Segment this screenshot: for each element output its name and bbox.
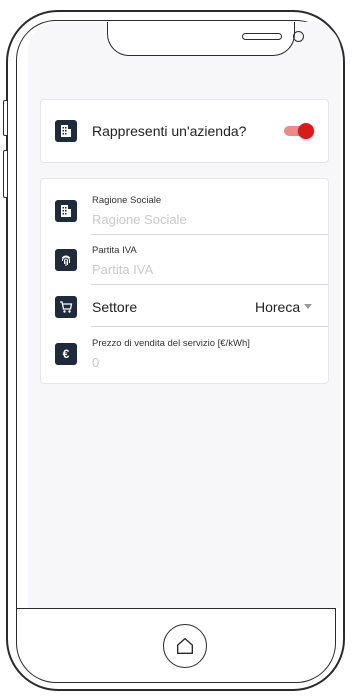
settore-label: Settore bbox=[92, 299, 138, 315]
euro-icon: € bbox=[55, 343, 77, 365]
building-icon bbox=[55, 120, 77, 142]
notch bbox=[107, 22, 304, 56]
divider bbox=[91, 284, 328, 285]
chevron-down-icon[interactable] bbox=[304, 304, 312, 309]
divider bbox=[91, 234, 328, 235]
home-button[interactable] bbox=[163, 624, 207, 668]
fingerprint-icon bbox=[55, 249, 77, 271]
cart-icon bbox=[55, 296, 77, 318]
partita-iva-label: Partita IVA bbox=[92, 245, 137, 256]
ragione-sociale-input[interactable]: Ragione Sociale bbox=[92, 212, 187, 227]
company-question-label: Rappresenti un'azienda? bbox=[92, 123, 247, 139]
prezzo-input[interactable]: 0 bbox=[92, 355, 99, 370]
ragione-sociale-label: Ragione Sociale bbox=[92, 195, 162, 206]
company-toggle[interactable] bbox=[282, 122, 314, 140]
prezzo-label: Prezzo di vendita del servizio [€/kWh] bbox=[92, 338, 250, 349]
speaker bbox=[242, 33, 282, 40]
company-form-card bbox=[40, 178, 329, 384]
volume-button bbox=[3, 100, 7, 136]
settore-select[interactable]: Horeca bbox=[255, 299, 300, 315]
power-button bbox=[3, 150, 7, 198]
divider bbox=[91, 326, 328, 327]
building-icon bbox=[55, 200, 77, 222]
toggle-thumb bbox=[298, 123, 314, 139]
partita-iva-input[interactable]: Partita IVA bbox=[92, 262, 153, 277]
home-icon bbox=[176, 637, 194, 655]
camera bbox=[293, 31, 304, 42]
